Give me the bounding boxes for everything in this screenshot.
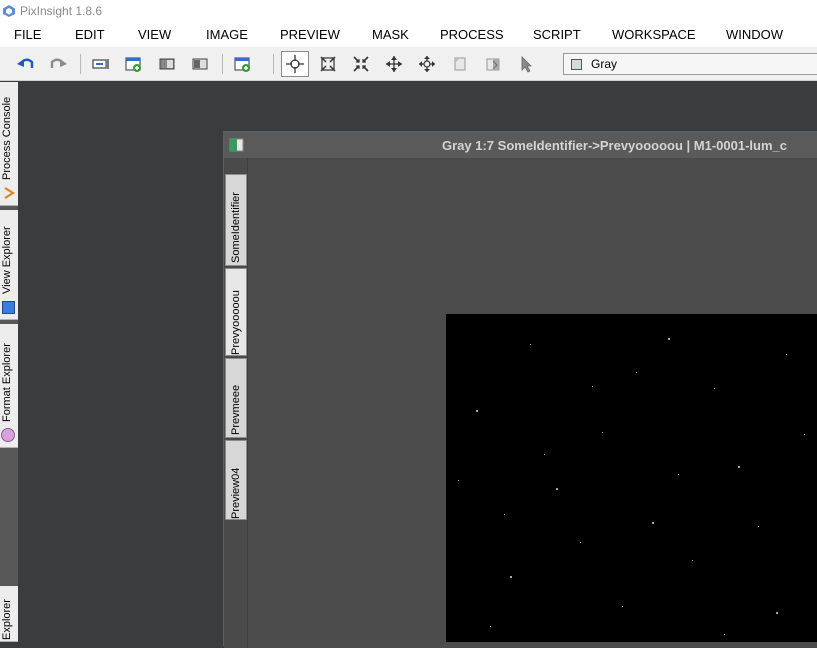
redo-icon[interactable]	[45, 52, 71, 76]
image-window-title: Gray 1:7 SomeIdentifier->Prevyooooou | M…	[442, 138, 787, 153]
preview-tab-label: Prevyooooou	[230, 290, 242, 355]
tab-format-explorer[interactable]: Format Explorer	[0, 324, 18, 448]
pixinsight-logo-icon	[3, 4, 15, 17]
star	[776, 612, 778, 614]
menu-workspace[interactable]: WORKSPACE	[612, 27, 696, 42]
tab-explorer-label: Explorer	[1, 599, 13, 640]
preview-tab-label: SomeIdentifier	[230, 192, 242, 263]
tab-view-explorer[interactable]: View Explorer	[0, 210, 18, 320]
menu-preview[interactable]: PREVIEW	[280, 27, 340, 42]
view-explorer-icon	[2, 301, 15, 314]
star	[580, 542, 581, 543]
zoom-out-arrows-icon[interactable]	[381, 52, 407, 76]
left-side-panel: Process Console View Explorer Format Exp…	[0, 82, 18, 642]
star	[458, 480, 459, 481]
tab-view-explorer-label: View Explorer	[1, 226, 13, 294]
toolbar-separator	[273, 54, 274, 74]
star	[592, 386, 593, 387]
star	[622, 606, 623, 607]
star	[804, 434, 805, 435]
star	[602, 432, 603, 433]
readout-crosshair-icon[interactable]	[281, 51, 309, 77]
pan-icon[interactable]	[414, 52, 440, 76]
star	[510, 576, 512, 578]
preview-tab-someidentifier[interactable]: SomeIdentifier	[225, 174, 247, 266]
image-window-titlebar[interactable]: Gray 1:7 SomeIdentifier->Prevyooooou | M…	[224, 132, 817, 158]
star	[678, 474, 679, 475]
menu-process[interactable]: PROCESS	[440, 27, 504, 42]
undo-icon[interactable]	[13, 52, 39, 76]
menu-image[interactable]: IMAGE	[206, 27, 248, 42]
menu-script[interactable]: SCRIPT	[533, 27, 581, 42]
star	[556, 488, 558, 490]
star	[652, 522, 654, 524]
menu-window[interactable]: WINDOW	[726, 27, 783, 42]
mask-image-icon[interactable]	[187, 52, 213, 76]
star	[668, 338, 670, 340]
delete-preview-icon[interactable]	[480, 52, 506, 76]
pointer-icon[interactable]	[513, 52, 539, 76]
star	[490, 626, 491, 627]
app-title: PixInsight 1.8.6	[20, 3, 103, 18]
image-window-icon[interactable]	[229, 138, 244, 152]
format-explorer-icon	[1, 428, 15, 442]
zoom-fit-icon[interactable]	[315, 52, 341, 76]
view-selector-dropdown[interactable]: Gray	[563, 53, 817, 75]
star	[504, 514, 505, 515]
toolbar-separator	[80, 54, 81, 74]
toolbar-separator	[222, 54, 223, 74]
star	[476, 410, 478, 412]
star	[544, 454, 545, 455]
view-selector-value: Gray	[591, 57, 618, 71]
star	[692, 560, 693, 561]
star	[724, 634, 725, 635]
zoom-actual-icon[interactable]	[348, 52, 374, 76]
tab-explorer[interactable]: Explorer	[0, 586, 18, 642]
star	[738, 466, 740, 468]
view-color-swatch	[571, 58, 582, 70]
preview-tab-strip: SomeIdentifier Prevyooooou Prevmeee Prev…	[224, 158, 248, 648]
preview-tab-prevyooooou[interactable]: Prevyooooou	[225, 268, 247, 356]
duplicate-image-icon[interactable]	[154, 52, 180, 76]
star	[530, 344, 531, 345]
tab-process-console[interactable]: Process Console	[0, 82, 18, 206]
preview-tab-prevmeee[interactable]: Prevmeee	[225, 358, 247, 438]
edit-preview-icon[interactable]	[447, 52, 473, 76]
menu-view[interactable]: VIEW	[138, 27, 171, 42]
star	[714, 388, 715, 389]
tab-format-explorer-label: Format Explorer	[1, 343, 13, 422]
new-image-icon[interactable]	[121, 52, 147, 76]
preview-tab-preview04[interactable]: Preview04	[225, 440, 247, 520]
menu-bar: FILE EDIT VIEW IMAGE PREVIEW MASK PROCES…	[0, 21, 817, 47]
tab-process-console-label: Process Console	[1, 96, 13, 180]
menu-edit[interactable]: EDIT	[75, 27, 105, 42]
star	[636, 372, 637, 373]
preview-tab-label: Preview04	[230, 467, 242, 519]
window-titlebar: PixInsight 1.8.6	[0, 0, 817, 21]
star-field-image[interactable]	[446, 314, 817, 642]
process-console-icon	[4, 187, 16, 199]
new-preview-icon[interactable]	[230, 52, 256, 76]
menu-file[interactable]: FILE	[14, 27, 41, 42]
menu-mask[interactable]: MASK	[372, 27, 409, 42]
star	[786, 354, 787, 355]
image-info-icon[interactable]	[88, 52, 114, 76]
star	[758, 526, 759, 527]
preview-tab-label: Prevmeee	[230, 384, 242, 435]
